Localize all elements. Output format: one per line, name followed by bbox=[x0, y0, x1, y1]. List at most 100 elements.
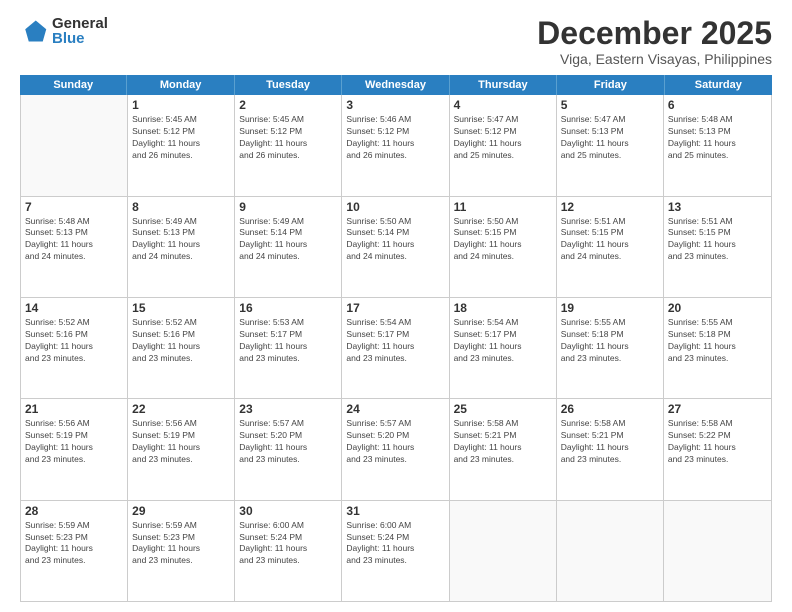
day-info: Sunrise: 5:46 AM Sunset: 5:12 PM Dayligh… bbox=[346, 114, 444, 162]
day-cell-3: 3 Sunrise: 5:46 AM Sunset: 5:12 PM Daylig… bbox=[342, 95, 449, 195]
day-info: Sunrise: 5:56 AM Sunset: 5:19 PM Dayligh… bbox=[132, 418, 230, 466]
day-number: 6 bbox=[668, 98, 767, 112]
day-cell-28: 28 Sunrise: 5:59 AM Sunset: 5:23 PM Dayli… bbox=[21, 501, 128, 601]
header-day-wednesday: Wednesday bbox=[342, 75, 449, 95]
day-number: 9 bbox=[239, 200, 337, 214]
day-cell-6: 6Sunrise: 5:48 AM Sunset: 5:13 PM Daylig… bbox=[664, 95, 771, 195]
calendar-subtitle: Viga, Eastern Visayas, Philippines bbox=[537, 51, 772, 67]
title-block: December 2025 Viga, Eastern Visayas, Phi… bbox=[537, 16, 772, 67]
logo-icon bbox=[20, 17, 48, 45]
day-number: 13 bbox=[668, 200, 767, 214]
day-info: Sunrise: 5:57 AM Sunset: 5:20 PM Dayligh… bbox=[239, 418, 337, 466]
day-cell-12: 12 Sunrise: 5:51 AM Sunset: 5:15 PM Dayli… bbox=[557, 197, 664, 297]
day-cell-24: 24 Sunrise: 5:57 AM Sunset: 5:20 PM Dayli… bbox=[342, 399, 449, 499]
day-number: 22 bbox=[132, 402, 230, 416]
week-row-2: 7 Sunrise: 5:48 AM Sunset: 5:13 PM Daylig… bbox=[21, 197, 771, 298]
day-number: 29 bbox=[132, 504, 230, 518]
day-number: 2 bbox=[239, 98, 337, 112]
day-number: 28 bbox=[25, 504, 123, 518]
week-row-4: 21Sunrise: 5:56 AM Sunset: 5:19 PM Dayli… bbox=[21, 399, 771, 500]
logo-general: General bbox=[52, 16, 108, 31]
day-number: 12 bbox=[561, 200, 659, 214]
day-info: Sunrise: 5:54 AM Sunset: 5:17 PM Dayligh… bbox=[454, 317, 552, 365]
day-cell-23: 23Sunrise: 5:57 AM Sunset: 5:20 PM Dayli… bbox=[235, 399, 342, 499]
day-cell-22: 22 Sunrise: 5:56 AM Sunset: 5:19 PM Dayli… bbox=[128, 399, 235, 499]
day-number: 5 bbox=[561, 98, 659, 112]
day-cell-25: 25Sunrise: 5:58 AM Sunset: 5:21 PM Dayli… bbox=[450, 399, 557, 499]
day-cell-17: 17 Sunrise: 5:54 AM Sunset: 5:17 PM Dayli… bbox=[342, 298, 449, 398]
day-number: 11 bbox=[454, 200, 552, 214]
day-cell-5: 5 Sunrise: 5:47 AM Sunset: 5:13 PM Daylig… bbox=[557, 95, 664, 195]
day-number: 24 bbox=[346, 402, 444, 416]
logo-text: General Blue bbox=[52, 16, 108, 46]
day-info: Sunrise: 5:58 AM Sunset: 5:21 PM Dayligh… bbox=[561, 418, 659, 466]
header: General Blue December 2025 Viga, Eastern… bbox=[20, 16, 772, 67]
header-day-sunday: Sunday bbox=[20, 75, 127, 95]
day-number: 10 bbox=[346, 200, 444, 214]
day-number: 1 bbox=[132, 98, 230, 112]
header-day-monday: Monday bbox=[127, 75, 234, 95]
calendar-body: 1 Sunrise: 5:45 AM Sunset: 5:12 PM Daylig… bbox=[20, 95, 772, 602]
day-info: Sunrise: 5:56 AM Sunset: 5:19 PM Dayligh… bbox=[25, 418, 123, 466]
day-cell-7: 7 Sunrise: 5:48 AM Sunset: 5:13 PM Daylig… bbox=[21, 197, 128, 297]
page: General Blue December 2025 Viga, Eastern… bbox=[0, 0, 792, 612]
day-cell-16: 16 Sunrise: 5:53 AM Sunset: 5:17 PM Dayli… bbox=[235, 298, 342, 398]
day-info: Sunrise: 5:47 AM Sunset: 5:13 PM Dayligh… bbox=[561, 114, 659, 162]
week-row-3: 14 Sunrise: 5:52 AM Sunset: 5:16 PM Dayli… bbox=[21, 298, 771, 399]
day-number: 27 bbox=[668, 402, 767, 416]
calendar-header-row: SundayMondayTuesdayWednesdayThursdayFrid… bbox=[20, 75, 772, 95]
day-info: Sunrise: 5:48 AM Sunset: 5:13 PM Dayligh… bbox=[25, 216, 123, 264]
day-number: 17 bbox=[346, 301, 444, 315]
day-cell-4: 4Sunrise: 5:47 AM Sunset: 5:12 PM Daylig… bbox=[450, 95, 557, 195]
week-row-5: 28 Sunrise: 5:59 AM Sunset: 5:23 PM Dayli… bbox=[21, 501, 771, 601]
day-info: Sunrise: 6:00 AM Sunset: 5:24 PM Dayligh… bbox=[239, 520, 337, 568]
empty-cell bbox=[557, 501, 664, 601]
day-cell-9: 9 Sunrise: 5:49 AM Sunset: 5:14 PM Daylig… bbox=[235, 197, 342, 297]
day-info: Sunrise: 5:59 AM Sunset: 5:23 PM Dayligh… bbox=[25, 520, 123, 568]
day-cell-13: 13Sunrise: 5:51 AM Sunset: 5:15 PM Dayli… bbox=[664, 197, 771, 297]
logo-blue: Blue bbox=[52, 31, 108, 46]
day-info: Sunrise: 5:50 AM Sunset: 5:14 PM Dayligh… bbox=[346, 216, 444, 264]
day-info: Sunrise: 5:55 AM Sunset: 5:18 PM Dayligh… bbox=[561, 317, 659, 365]
day-number: 18 bbox=[454, 301, 552, 315]
day-info: Sunrise: 5:54 AM Sunset: 5:17 PM Dayligh… bbox=[346, 317, 444, 365]
week-row-1: 1 Sunrise: 5:45 AM Sunset: 5:12 PM Daylig… bbox=[21, 95, 771, 196]
empty-cell bbox=[664, 501, 771, 601]
day-info: Sunrise: 5:53 AM Sunset: 5:17 PM Dayligh… bbox=[239, 317, 337, 365]
day-cell-26: 26Sunrise: 5:58 AM Sunset: 5:21 PM Dayli… bbox=[557, 399, 664, 499]
day-info: Sunrise: 5:59 AM Sunset: 5:23 PM Dayligh… bbox=[132, 520, 230, 568]
day-number: 16 bbox=[239, 301, 337, 315]
header-day-friday: Friday bbox=[557, 75, 664, 95]
day-number: 20 bbox=[668, 301, 767, 315]
header-day-tuesday: Tuesday bbox=[235, 75, 342, 95]
day-cell-20: 20 Sunrise: 5:55 AM Sunset: 5:18 PM Dayli… bbox=[664, 298, 771, 398]
day-number: 30 bbox=[239, 504, 337, 518]
day-info: Sunrise: 5:47 AM Sunset: 5:12 PM Dayligh… bbox=[454, 114, 552, 162]
day-number: 7 bbox=[25, 200, 123, 214]
day-cell-21: 21Sunrise: 5:56 AM Sunset: 5:19 PM Dayli… bbox=[21, 399, 128, 499]
day-info: Sunrise: 5:57 AM Sunset: 5:20 PM Dayligh… bbox=[346, 418, 444, 466]
day-cell-19: 19Sunrise: 5:55 AM Sunset: 5:18 PM Dayli… bbox=[557, 298, 664, 398]
day-number: 3 bbox=[346, 98, 444, 112]
day-info: Sunrise: 5:51 AM Sunset: 5:15 PM Dayligh… bbox=[561, 216, 659, 264]
day-info: Sunrise: 5:58 AM Sunset: 5:22 PM Dayligh… bbox=[668, 418, 767, 466]
logo: General Blue bbox=[20, 16, 108, 46]
day-info: Sunrise: 5:45 AM Sunset: 5:12 PM Dayligh… bbox=[239, 114, 337, 162]
day-info: Sunrise: 5:55 AM Sunset: 5:18 PM Dayligh… bbox=[668, 317, 767, 365]
day-info: Sunrise: 6:00 AM Sunset: 5:24 PM Dayligh… bbox=[346, 520, 444, 568]
day-number: 14 bbox=[25, 301, 123, 315]
day-cell-18: 18 Sunrise: 5:54 AM Sunset: 5:17 PM Dayli… bbox=[450, 298, 557, 398]
day-number: 8 bbox=[132, 200, 230, 214]
day-cell-15: 15 Sunrise: 5:52 AM Sunset: 5:16 PM Dayli… bbox=[128, 298, 235, 398]
day-number: 15 bbox=[132, 301, 230, 315]
day-info: Sunrise: 5:52 AM Sunset: 5:16 PM Dayligh… bbox=[132, 317, 230, 365]
day-cell-11: 11 Sunrise: 5:50 AM Sunset: 5:15 PM Dayli… bbox=[450, 197, 557, 297]
header-day-thursday: Thursday bbox=[450, 75, 557, 95]
day-cell-27: 27 Sunrise: 5:58 AM Sunset: 5:22 PM Dayli… bbox=[664, 399, 771, 499]
day-info: Sunrise: 5:52 AM Sunset: 5:16 PM Dayligh… bbox=[25, 317, 123, 365]
empty-cell bbox=[21, 95, 128, 195]
day-info: Sunrise: 5:49 AM Sunset: 5:14 PM Dayligh… bbox=[239, 216, 337, 264]
day-cell-10: 10 Sunrise: 5:50 AM Sunset: 5:14 PM Dayli… bbox=[342, 197, 449, 297]
day-info: Sunrise: 5:50 AM Sunset: 5:15 PM Dayligh… bbox=[454, 216, 552, 264]
day-cell-14: 14 Sunrise: 5:52 AM Sunset: 5:16 PM Dayli… bbox=[21, 298, 128, 398]
